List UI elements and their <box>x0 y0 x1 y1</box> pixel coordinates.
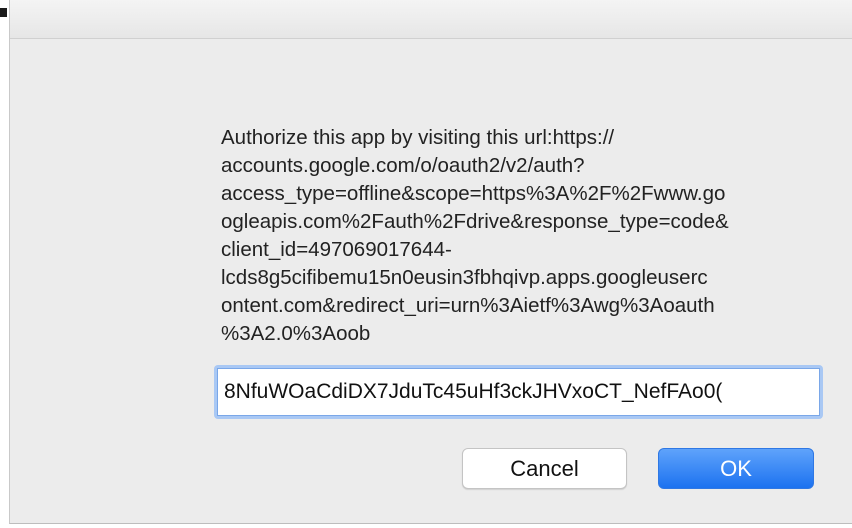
authorization-message: Authorize this app by visiting this url:… <box>221 126 729 345</box>
authorization-dialog: Authorize this app by visiting this url:… <box>9 0 852 524</box>
screen: Authorize this app by visiting this url:… <box>0 0 852 528</box>
background-window-edge <box>0 8 7 17</box>
dialog-title-band <box>10 0 852 39</box>
authorization-code-input[interactable] <box>217 368 820 416</box>
code-input-focus-ring <box>214 365 823 419</box>
cancel-button[interactable]: Cancel <box>462 448 627 489</box>
ok-button[interactable]: OK <box>658 448 814 489</box>
background-window-strip <box>0 40 9 92</box>
